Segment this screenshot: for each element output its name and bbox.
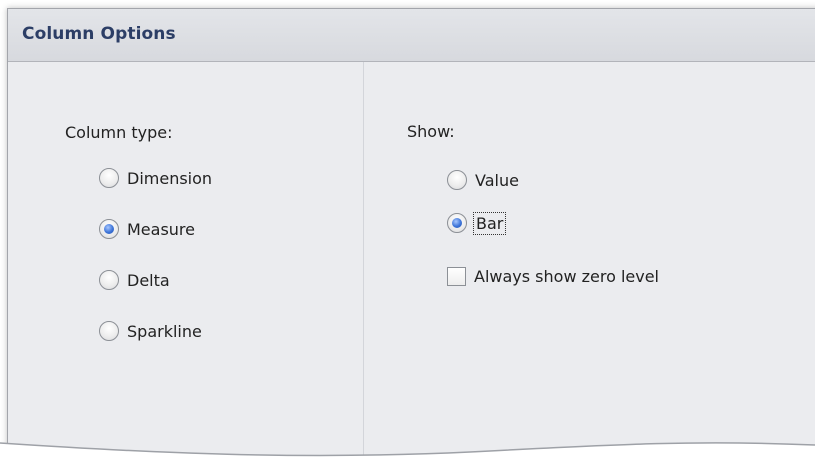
radio-button-icon[interactable] [99,168,119,188]
radio-sparkline-label: Sparkline [127,321,202,341]
radio-bar[interactable]: Bar [447,211,507,235]
radio-delta[interactable]: Delta [99,268,170,292]
radio-button-checked-icon[interactable] [447,213,467,233]
radio-bar-label: Bar [472,211,507,235]
radio-measure[interactable]: Measure [99,217,195,241]
checkbox-icon[interactable] [447,266,466,286]
radio-dimension[interactable]: Dimension [99,166,212,190]
radio-measure-label: Measure [127,219,195,239]
radio-value-label: Value [475,170,519,190]
column-options-dialog: Column Options Column type: Dimension Me… [7,8,815,463]
page: Column Options Column type: Dimension Me… [0,0,815,463]
dialog-title: Column Options [22,24,176,44]
show-label: Show: [407,122,455,141]
always-show-zero-level-checkbox[interactable]: Always show zero level [447,264,659,288]
radio-delta-label: Delta [127,270,170,290]
column-type-label: Column type: [65,123,173,142]
radio-button-icon[interactable] [99,270,119,290]
torn-edge [0,442,815,463]
radio-button-icon[interactable] [99,321,119,341]
always-show-zero-level-label: Always show zero level [474,266,659,286]
radio-dimension-label: Dimension [127,168,213,188]
radio-sparkline[interactable]: Sparkline [99,319,202,343]
radio-value[interactable]: Value [447,168,519,192]
column-type-panel: Column type: Dimension Measure Delta Spa… [8,62,364,463]
title-bar: Column Options [8,9,815,62]
show-panel: Show: Value Bar Always show zero level [364,62,815,463]
radio-button-checked-icon[interactable] [99,219,119,239]
radio-button-icon[interactable] [447,170,467,190]
